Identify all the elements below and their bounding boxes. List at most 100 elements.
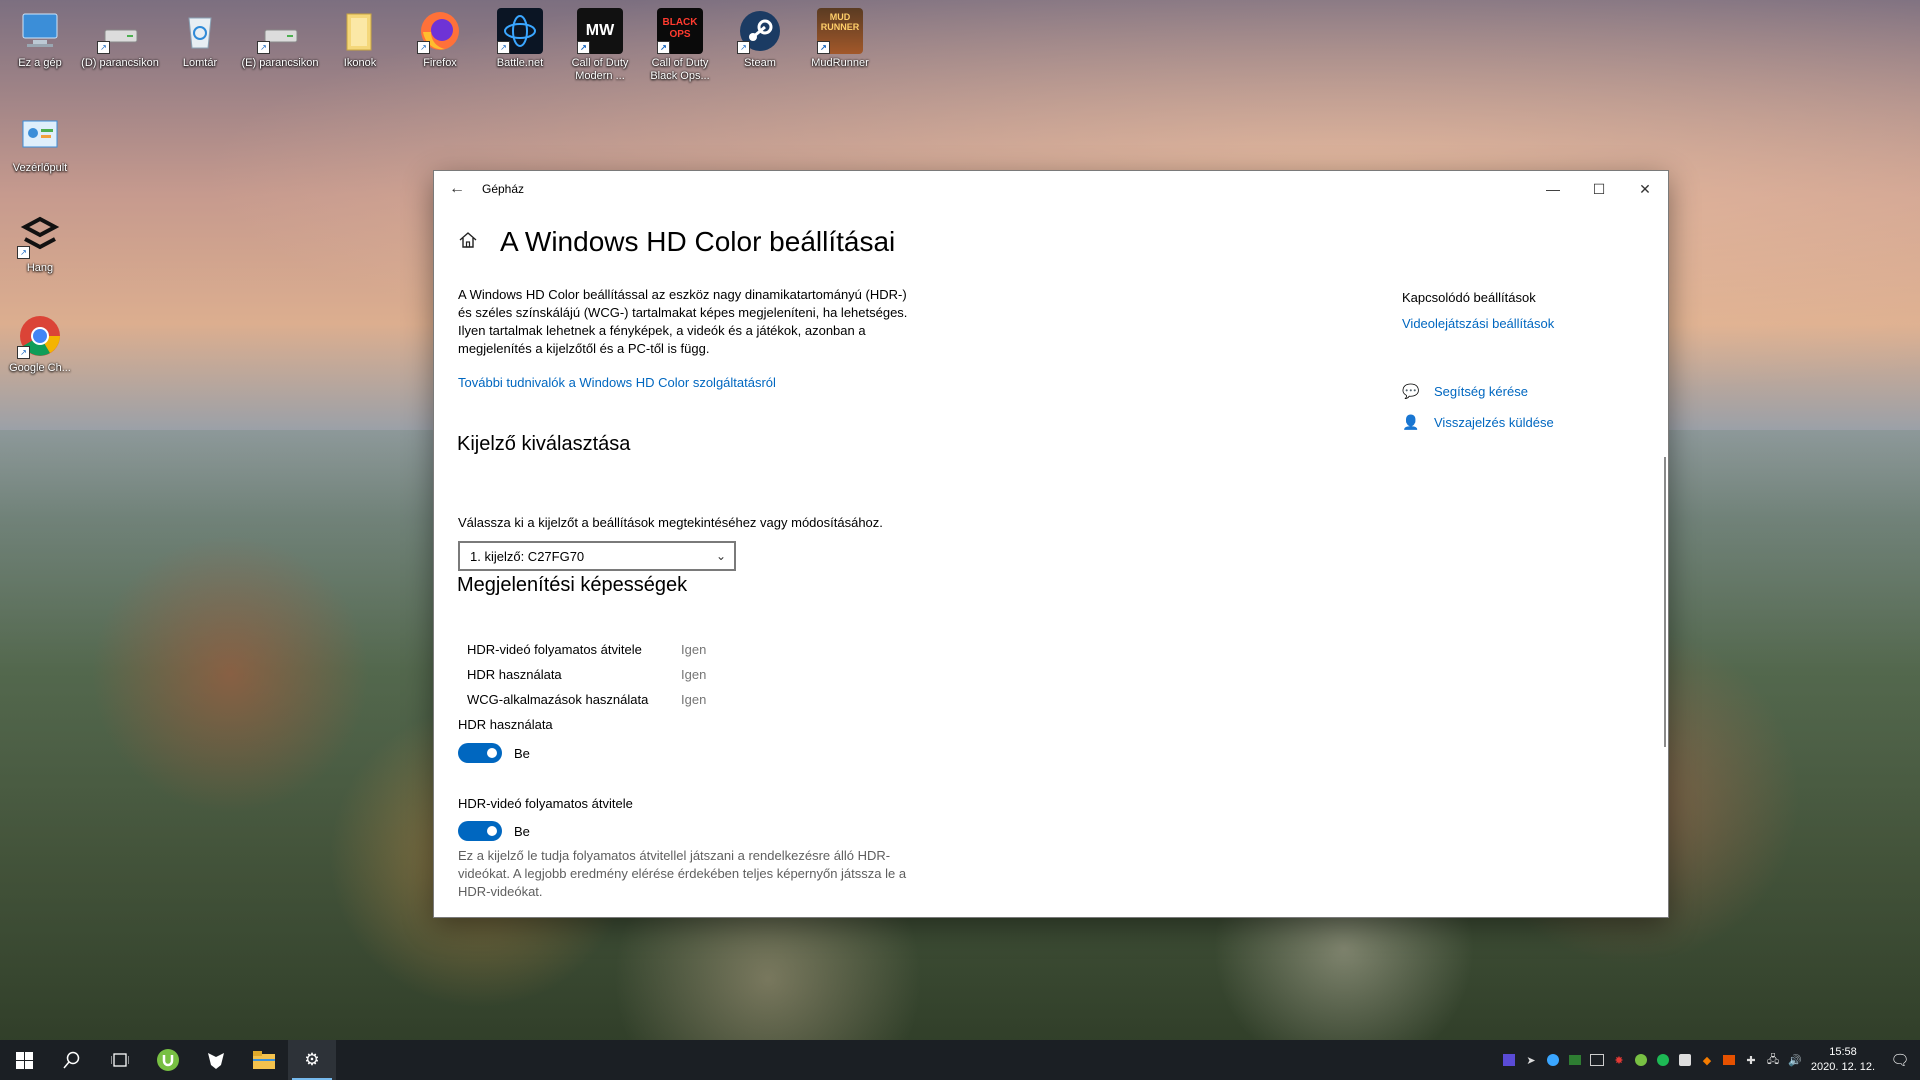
- start-button[interactable]: [0, 1040, 48, 1080]
- desktop-icon-cod-mw[interactable]: MW ↗ Call of Duty Modern ...: [560, 8, 640, 83]
- desktop-icon-label: Call of Duty Black Ops...: [650, 57, 710, 82]
- vpn-taskbar-button[interactable]: [192, 1040, 240, 1080]
- get-help-link[interactable]: Segítség kérése: [1434, 384, 1528, 399]
- tray-app-icon[interactable]: [1718, 1040, 1740, 1080]
- hdr-toggle-label: HDR használata: [458, 717, 553, 732]
- volume-icon[interactable]: 🔊: [1784, 1040, 1806, 1080]
- task-view-icon: [111, 1053, 129, 1067]
- desktop-icon-mudrunner[interactable]: MUD RUNNER ↗ MudRunner: [800, 8, 880, 70]
- tray-app-icon[interactable]: ◆: [1696, 1040, 1718, 1080]
- notification-icon: 🗨: [1890, 1052, 1910, 1069]
- recycle-bin-icon: [177, 8, 223, 54]
- desktop-icon-label: Ez a gép: [18, 57, 62, 69]
- tray-steam-icon[interactable]: [1674, 1040, 1696, 1080]
- search-button[interactable]: [48, 1040, 96, 1080]
- file-explorer-taskbar-button[interactable]: [240, 1040, 288, 1080]
- display-select[interactable]: 1. kijelző: C27FG70 ⌄: [458, 541, 736, 571]
- desktop-icon-label: Lomtár: [182, 57, 218, 69]
- desktop-icon-label: Battle.net: [496, 57, 544, 69]
- table-row: HDR használata Igen: [467, 662, 706, 687]
- maximize-icon: ☐: [1592, 180, 1606, 197]
- settings-taskbar-button[interactable]: ⚙: [288, 1040, 336, 1080]
- capabilities-heading: Megjelenítési képességek: [457, 574, 688, 596]
- back-arrow-icon: ←: [449, 180, 465, 197]
- learn-more-link[interactable]: További tudnivalók a Windows HD Color sz…: [458, 375, 776, 390]
- back-button[interactable]: ←: [434, 171, 480, 207]
- capability-value: Igen: [681, 642, 707, 657]
- hdr-stream-toggle-label: HDR-videó folyamatos átvitele: [458, 796, 633, 811]
- tray-vpn-icon[interactable]: ➤: [1520, 1040, 1542, 1080]
- system-tray: ➤ ✸ ◆ ✚ 🖧 🔊 15:58 2020. 12. 12. 🗨: [1498, 1040, 1920, 1080]
- firefox-icon: ↗: [417, 8, 463, 54]
- desktop-icon-this-pc[interactable]: Ez a gép: [0, 8, 80, 70]
- minimize-button[interactable]: —: [1530, 171, 1576, 207]
- utorrent-taskbar-button[interactable]: [144, 1040, 192, 1080]
- desktop-icon-hang[interactable]: ↗ Hang: [0, 213, 80, 275]
- display-select-value: 1. kijelző: C27FG70: [470, 548, 585, 564]
- desktop-icon-label: (D) parancsikon: [81, 57, 159, 69]
- desktop-icon-d-shortcut[interactable]: ↗ (D) parancsikon: [80, 8, 160, 70]
- desktop-icon-ikonok[interactable]: Ikonok: [320, 8, 400, 70]
- cod-bo-logo-text: BLACK OPS: [662, 17, 698, 40]
- desktop-icon-control-panel[interactable]: Vezérlőpult: [0, 113, 80, 175]
- vpn-icon: [208, 1053, 224, 1069]
- computer-icon: [17, 8, 63, 54]
- desktop-icon-label: (E) parancsikon: [241, 57, 319, 69]
- page-title: A Windows HD Color beállításai: [500, 226, 896, 257]
- table-row: HDR-videó folyamatos átvitele Igen: [467, 637, 706, 662]
- settings-window: ← Gépház — ☐ ✕ A Windows HD Color beállí…: [434, 171, 1668, 917]
- steam-icon: ↗: [737, 8, 783, 54]
- desktop-icon-label: Vezérlőpult: [12, 162, 68, 174]
- tray-utorrent-icon[interactable]: [1630, 1040, 1652, 1080]
- send-feedback-item[interactable]: 👤 Visszajelzés küldése: [1402, 413, 1554, 431]
- settings-icon: ⚙: [304, 1050, 320, 1069]
- home-icon[interactable]: [457, 229, 479, 251]
- tray-xbox-icon[interactable]: [1652, 1040, 1674, 1080]
- control-panel-icon: [17, 113, 63, 159]
- network-icon[interactable]: 🖧: [1762, 1040, 1784, 1080]
- app-title: Gépház: [482, 182, 525, 196]
- task-view-button[interactable]: [96, 1040, 144, 1080]
- title-bar[interactable]: ← Gépház — ☐ ✕: [434, 171, 1668, 207]
- utorrent-icon: [157, 1049, 179, 1071]
- close-icon: ✕: [1639, 180, 1651, 197]
- drive-icon: ↗: [97, 8, 143, 54]
- clock[interactable]: 15:58 2020. 12. 12.: [1806, 1045, 1880, 1075]
- desktop-icon-e-shortcut[interactable]: ↗ (E) parancsikon: [240, 8, 320, 70]
- tray-security-icon[interactable]: ✚: [1740, 1040, 1762, 1080]
- scrollbar[interactable]: [1664, 457, 1666, 747]
- tray-app-icon[interactable]: [1586, 1040, 1608, 1080]
- close-button[interactable]: ✕: [1622, 171, 1668, 207]
- desktop-icon-recycle-bin[interactable]: Lomtár: [160, 8, 240, 70]
- send-feedback-link[interactable]: Visszajelzés küldése: [1434, 415, 1554, 430]
- desktop-icon-chrome[interactable]: ↗ Google Ch...: [0, 313, 80, 375]
- desktop-icon-label: Google Ch...: [9, 362, 71, 374]
- mudrunner-icon: MUD RUNNER ↗: [817, 8, 863, 54]
- folder-icon: [337, 8, 383, 54]
- maximize-button[interactable]: ☐: [1576, 171, 1622, 207]
- action-center-button[interactable]: 🗨: [1880, 1040, 1920, 1080]
- related-settings-title: Kapcsolódó beállítások: [1402, 290, 1536, 305]
- tray-monitor-icon[interactable]: [1564, 1040, 1586, 1080]
- video-playback-settings-link[interactable]: Videolejátszási beállítások: [1402, 316, 1554, 331]
- desktop-icon-label: Steam: [744, 57, 776, 69]
- desktop-icon-label: Ikonok: [343, 57, 377, 69]
- tray-antivirus-icon[interactable]: ✸: [1608, 1040, 1630, 1080]
- tray-network-app-icon[interactable]: [1542, 1040, 1564, 1080]
- capability-name: HDR használata: [467, 667, 562, 682]
- display-selection-instruction: Válassza ki a kijelzőt a beállítások meg…: [458, 515, 883, 530]
- description-text: A Windows HD Color beállítással az eszkö…: [458, 287, 908, 356]
- battlenet-icon: ↗: [497, 8, 543, 54]
- hdr-toggle-switch[interactable]: [458, 743, 502, 763]
- desktop-icon-steam[interactable]: ↗ Steam: [720, 8, 800, 70]
- desktop-icon-cod-bo[interactable]: BLACK OPS ↗ Call of Duty Black Ops...: [640, 8, 720, 83]
- desktop-icon-firefox[interactable]: ↗ Firefox: [400, 8, 480, 70]
- capability-value: Igen: [681, 692, 707, 707]
- tray-app-icon[interactable]: [1498, 1040, 1520, 1080]
- get-help-item[interactable]: 💬 Segítség kérése: [1402, 382, 1528, 400]
- hdr-stream-toggle-switch[interactable]: [458, 821, 502, 841]
- hdr-stream-toggle-state: Be: [514, 824, 530, 839]
- minimize-icon: —: [1546, 181, 1560, 197]
- cod-mw-icon: MW ↗: [577, 8, 623, 54]
- desktop-icon-battlenet[interactable]: ↗ Battle.net: [480, 8, 560, 70]
